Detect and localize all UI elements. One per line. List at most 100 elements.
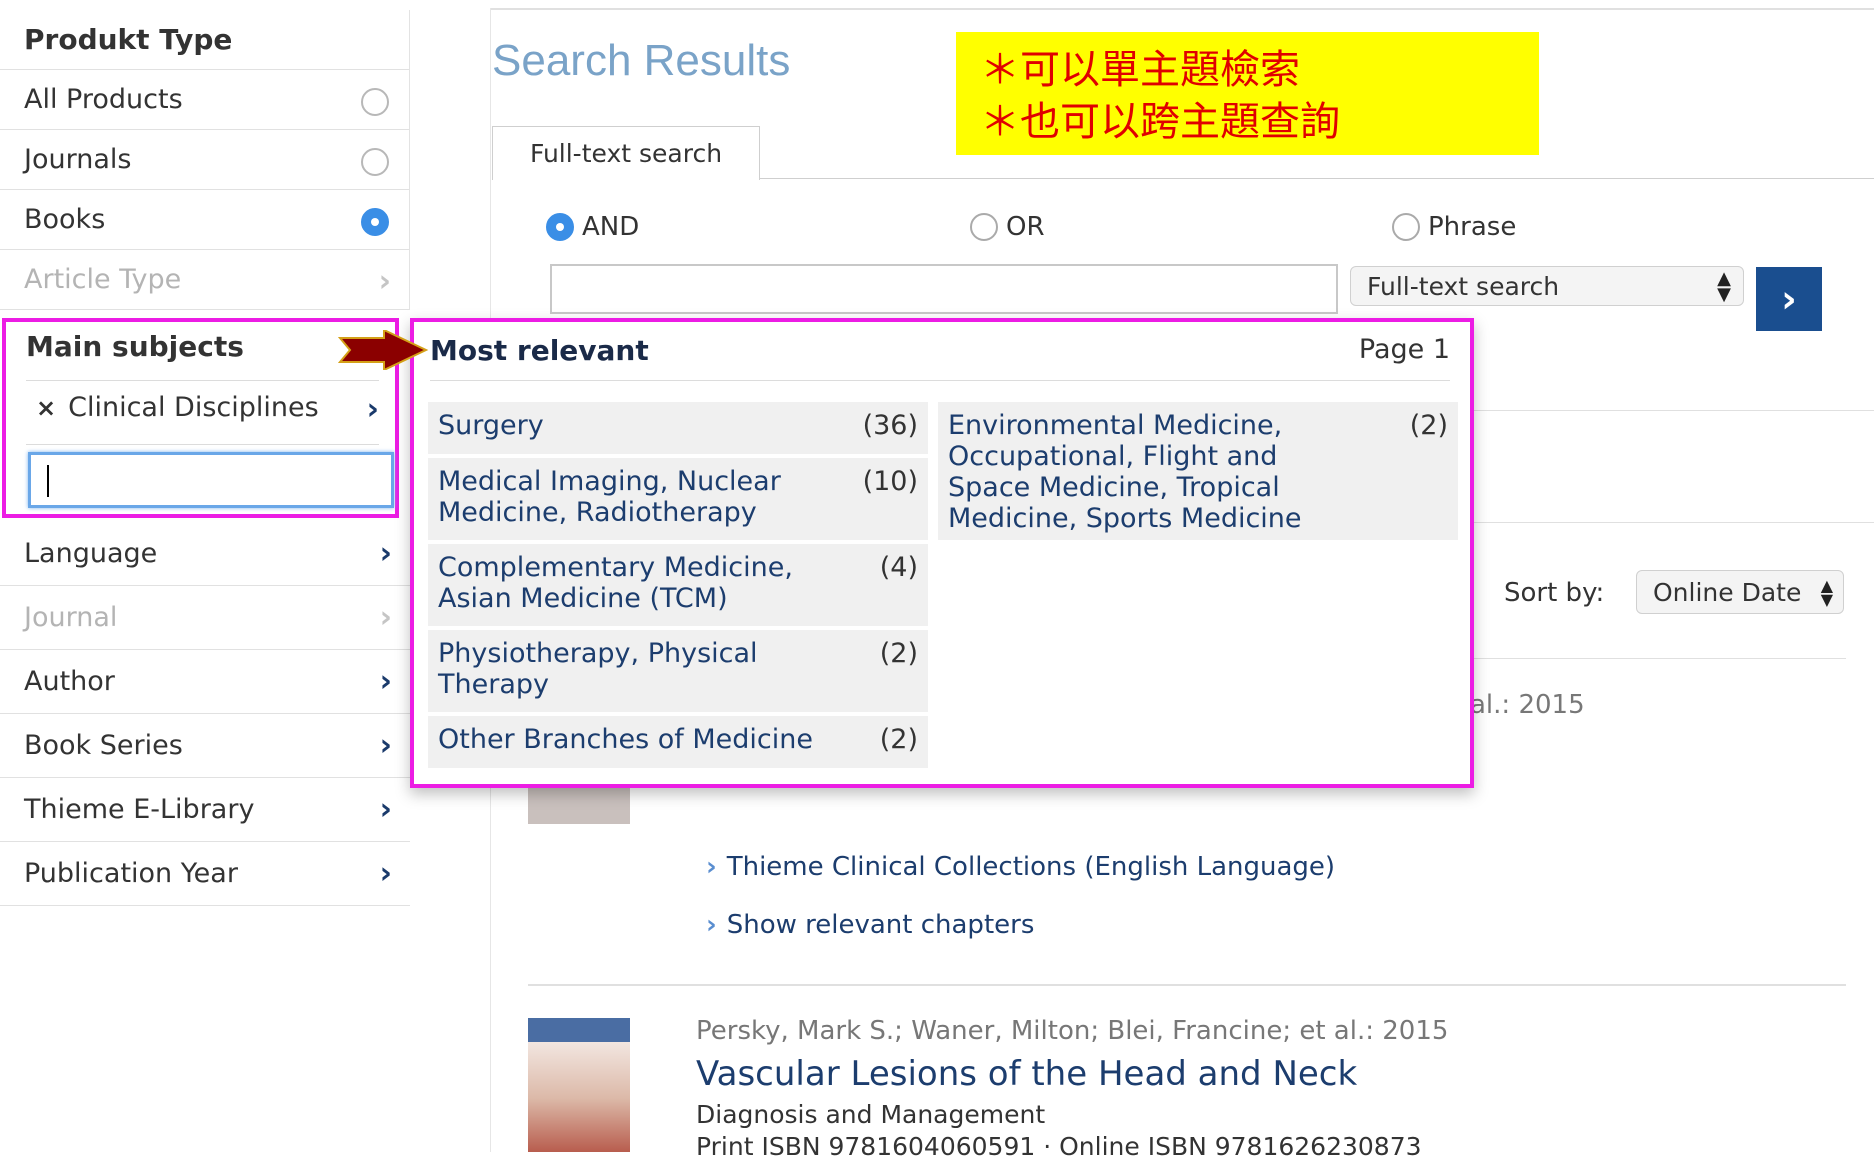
subject-count: (4) bbox=[879, 552, 918, 583]
result-divider bbox=[528, 984, 1846, 986]
subject-option[interactable]: Medical Imaging, Nuclear Medicine, Radio… bbox=[428, 458, 928, 540]
sort-label: Sort by: bbox=[1504, 578, 1605, 608]
facet-journal: Journal › bbox=[0, 586, 410, 650]
top-divider bbox=[490, 8, 1874, 10]
subject-count: (2) bbox=[1409, 410, 1448, 441]
result-authors: Persky, Mark S.; Waner, Milton; Blei, Fr… bbox=[696, 1016, 1449, 1046]
facet-publication-year[interactable]: Publication Year › bbox=[0, 842, 410, 906]
collection-link[interactable]: › Thieme Clinical Collections (English La… bbox=[706, 852, 1335, 882]
divider bbox=[1474, 658, 1846, 659]
filter-label: Books bbox=[24, 204, 106, 235]
facet-label: Publication Year bbox=[24, 858, 238, 889]
or-radio[interactable] bbox=[970, 213, 998, 241]
facet-book-series[interactable]: Book Series › bbox=[0, 714, 410, 778]
subject-count: (10) bbox=[862, 466, 918, 497]
operator-label: OR bbox=[1006, 212, 1045, 242]
subject-label: Medical Imaging, Nuclear Medicine, Radio… bbox=[438, 466, 781, 528]
facet-label: Thieme E-Library bbox=[24, 794, 255, 825]
note-line: ＊可以單主題檢索 bbox=[980, 47, 1300, 93]
filter-label: All Products bbox=[24, 84, 183, 115]
subject-count: (2) bbox=[879, 638, 918, 669]
facet-label: Article Type bbox=[24, 264, 182, 295]
subject-label: Environmental Medicine, Occupational, Fl… bbox=[948, 410, 1302, 534]
link-label: Show relevant chapters bbox=[726, 910, 1035, 940]
page-title: Search Results bbox=[492, 36, 791, 85]
journals-radio[interactable] bbox=[361, 148, 389, 176]
select-value: Online Date bbox=[1653, 577, 1802, 607]
book-cover-thumbnail[interactable] bbox=[528, 1018, 630, 1152]
facet-label: Book Series bbox=[24, 730, 183, 761]
chevron-right-icon: › bbox=[379, 792, 392, 827]
subject-option[interactable]: Environmental Medicine, Occupational, Fl… bbox=[938, 402, 1458, 540]
subject-option[interactable]: Complementary Medicine, Asian Medicine (… bbox=[428, 544, 928, 626]
subject-label: Surgery bbox=[438, 410, 544, 441]
operator-or[interactable]: OR bbox=[970, 212, 1045, 242]
note-line: ＊也可以跨主題查詢 bbox=[980, 99, 1340, 145]
subject-label: Physiotherapy, Physical Therapy bbox=[438, 638, 758, 700]
tab-divider bbox=[760, 178, 1874, 179]
chip-label: Clinical Disciplines bbox=[68, 392, 319, 423]
sidebar: Produkt Type All Products Journals Books… bbox=[0, 10, 410, 310]
facet-label: Journal bbox=[24, 602, 118, 633]
select-value: Full-text search bbox=[1367, 271, 1560, 301]
subjects-dropdown: Most relevant Page 1 Surgery (36) Medica… bbox=[410, 318, 1474, 788]
result-title-link[interactable]: Vascular Lesions of the Head and Neck bbox=[696, 1054, 1357, 1094]
subject-option[interactable]: Other Branches of Medicine (2) bbox=[428, 716, 928, 768]
filter-books[interactable]: Books bbox=[0, 190, 409, 250]
search-input[interactable] bbox=[550, 264, 1338, 314]
filter-label: Journals bbox=[24, 144, 132, 175]
facet-list: Language › Journal › Author › Book Serie… bbox=[0, 522, 410, 906]
select-arrows-icon: ▲ ▼ bbox=[1717, 268, 1731, 305]
link-label: Thieme Clinical Collections (English Lan… bbox=[726, 852, 1336, 882]
facet-article-type: Article Type › bbox=[0, 250, 409, 310]
chevron-right-icon: › bbox=[379, 536, 392, 571]
facet-label: Language bbox=[24, 538, 158, 569]
operator-phrase[interactable]: Phrase bbox=[1392, 212, 1516, 242]
dropdown-title: Most relevant bbox=[430, 334, 649, 367]
filter-journals[interactable]: Journals bbox=[0, 130, 409, 190]
subject-option[interactable]: Physiotherapy, Physical Therapy (2) bbox=[428, 630, 928, 712]
subject-count: (36) bbox=[862, 410, 918, 441]
tab-full-text-search[interactable]: Full-text search bbox=[492, 126, 760, 180]
operator-label: Phrase bbox=[1428, 212, 1517, 242]
selected-subject-chip[interactable]: × Clinical Disciplines bbox=[36, 392, 319, 423]
main-subjects-heading: Main subjects bbox=[26, 330, 244, 363]
chevron-right-icon: › bbox=[379, 600, 392, 635]
chevron-right-icon: › bbox=[706, 910, 717, 940]
phrase-radio[interactable] bbox=[1392, 213, 1420, 241]
chevron-right-icon: › bbox=[379, 856, 392, 891]
facet-thieme-e-library[interactable]: Thieme E-Library › bbox=[0, 778, 410, 842]
chevron-right-icon[interactable]: › bbox=[367, 392, 379, 427]
chevron-right-icon: › bbox=[378, 264, 391, 299]
select-arrows-icon: ▲ ▼ bbox=[1820, 576, 1833, 609]
all-products-radio[interactable] bbox=[361, 88, 389, 116]
search-submit-button[interactable]: › bbox=[1756, 267, 1822, 331]
dropdown-page: Page 1 bbox=[1358, 334, 1450, 365]
facet-language[interactable]: Language › bbox=[0, 522, 410, 586]
subject-filter-input[interactable] bbox=[28, 452, 394, 508]
book-cover-thumbnail[interactable] bbox=[528, 788, 630, 824]
books-radio[interactable] bbox=[361, 208, 389, 236]
chevron-right-icon: › bbox=[379, 664, 392, 699]
remove-icon[interactable]: × bbox=[36, 394, 56, 422]
subject-label: Complementary Medicine, Asian Medicine (… bbox=[438, 552, 793, 614]
annotation-note: ＊可以單主題檢索 ＊也可以跨主題查詢 bbox=[956, 32, 1539, 155]
result-meta: al.: 2015 bbox=[1470, 690, 1585, 720]
operator-label: AND bbox=[582, 212, 640, 242]
facet-author[interactable]: Author › bbox=[0, 650, 410, 714]
result-isbn: Print ISBN 9781604060591 · Online ISBN 9… bbox=[696, 1132, 1422, 1161]
chevron-right-icon: › bbox=[706, 852, 717, 882]
subject-label: Other Branches of Medicine bbox=[438, 724, 813, 755]
annotation-arrow-icon bbox=[338, 330, 429, 370]
divider bbox=[1474, 522, 1874, 523]
filter-all-products[interactable]: All Products bbox=[0, 70, 409, 130]
result-subtitle: Diagnosis and Management bbox=[696, 1100, 1046, 1129]
show-chapters-link[interactable]: › Show relevant chapters bbox=[706, 910, 1034, 940]
sort-select[interactable]: Online Date ▲ ▼ bbox=[1636, 570, 1844, 614]
product-type-heading: Produkt Type bbox=[0, 10, 409, 70]
subject-option[interactable]: Surgery (36) bbox=[428, 402, 928, 454]
operator-and[interactable]: AND bbox=[546, 212, 639, 242]
search-scope-select[interactable]: Full-text search ▲ ▼ bbox=[1350, 266, 1744, 306]
subject-count: (2) bbox=[879, 724, 918, 755]
and-radio[interactable] bbox=[546, 213, 574, 241]
